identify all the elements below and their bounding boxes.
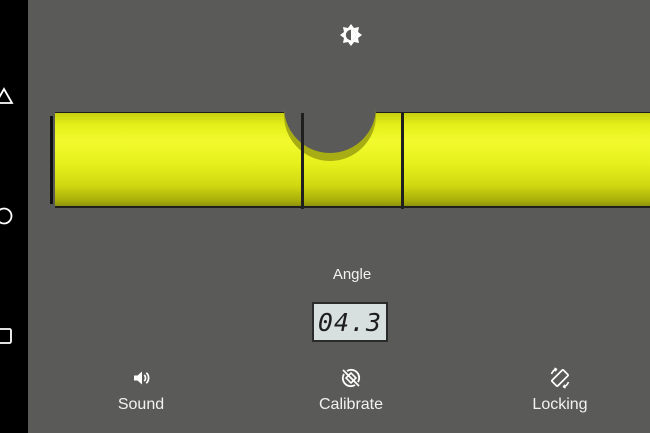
- home-button[interactable]: [0, 204, 16, 228]
- center-marker-left: [301, 113, 304, 209]
- bubble-level: [50, 61, 650, 209]
- back-triangle-icon: [0, 87, 14, 104]
- calibrate-icon: [339, 366, 363, 390]
- navigation-bar: [0, 0, 28, 433]
- calibrate-button[interactable]: Calibrate: [296, 366, 406, 414]
- level-bubble: [284, 61, 376, 153]
- volume-icon: [129, 366, 153, 390]
- calibrate-label: Calibrate: [318, 396, 384, 413]
- screen-rotation-icon: [548, 366, 572, 390]
- brightness-button[interactable]: [338, 22, 364, 48]
- recent-apps-button[interactable]: [0, 324, 16, 348]
- angle-readout: 04.3: [312, 302, 388, 342]
- center-marker-right: [401, 113, 404, 209]
- angle-label: Angle: [332, 266, 372, 283]
- recent-apps-square-icon: [0, 328, 12, 344]
- spirit-level-screen: Angle 04.3 Sound Calibrate Locking: [0, 0, 650, 433]
- home-circle-icon: [0, 207, 13, 225]
- brightness-icon: [340, 24, 362, 46]
- locking-label: Locking: [532, 396, 588, 413]
- sound-button[interactable]: Sound: [86, 366, 196, 414]
- level-end-cap: [50, 116, 53, 204]
- locking-button[interactable]: Locking: [505, 366, 615, 414]
- sound-label: Sound: [117, 396, 165, 413]
- level-tube: [55, 61, 650, 209]
- back-button[interactable]: [0, 84, 16, 108]
